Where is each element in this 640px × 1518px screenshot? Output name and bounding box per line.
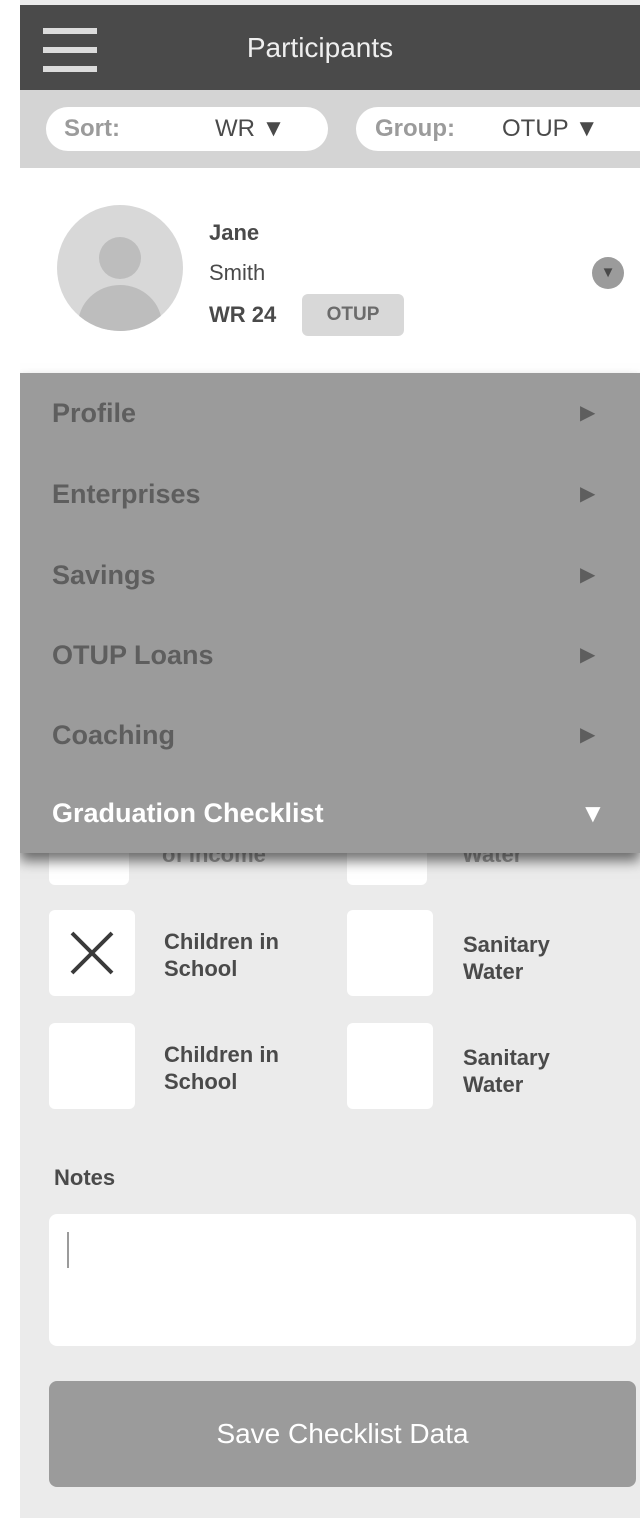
group-label: Group: — [375, 115, 455, 142]
app-frame: Participants Sort: WR ▼ Group: OTUP ▼ Ja… — [20, 0, 640, 1518]
menu-item-label: Savings — [52, 560, 156, 590]
menu-item-enterprises[interactable]: Enterprises ▶ — [20, 454, 640, 524]
checklist-checkbox-checked[interactable] — [49, 910, 135, 996]
group-value: OTUP ▼ — [502, 115, 599, 142]
chevron-right-icon: ▶ — [580, 483, 596, 505]
menu-item-graduation-checklist[interactable]: Graduation Checklist ▼ — [20, 773, 640, 843]
app-header: Participants — [20, 5, 640, 90]
sort-value: WR ▼ — [215, 115, 286, 142]
x-mark-icon — [70, 931, 114, 975]
checklist-item-label: Sanitary Water — [463, 932, 550, 984]
checklist-checkbox[interactable] — [347, 1023, 433, 1109]
notes-label: Notes — [54, 1165, 116, 1190]
sort-label: Sort: — [64, 115, 120, 142]
checklist-checkbox[interactable] — [347, 910, 433, 996]
menu-item-savings[interactable]: Savings ▶ — [20, 535, 640, 605]
chevron-right-icon: ▶ — [580, 644, 596, 666]
menu-item-label: Graduation Checklist — [52, 798, 324, 828]
page-title: Participants — [246, 32, 394, 63]
checklist-item-label: Children in School — [164, 929, 279, 981]
notes-input[interactable] — [49, 1214, 636, 1346]
group-badge: OTUP — [302, 294, 404, 336]
sort-dropdown[interactable]: Sort: WR ▼ — [46, 107, 328, 151]
participant-last-name: Smith — [209, 260, 266, 285]
menu-item-otup-loans[interactable]: OTUP Loans ▶ — [20, 615, 640, 685]
chevron-down-icon[interactable]: ▼ — [592, 257, 624, 289]
chevron-right-icon: ▶ — [580, 564, 596, 586]
chevron-right-icon: ▶ — [580, 724, 596, 746]
menu-item-coaching[interactable]: Coaching ▶ — [20, 695, 640, 765]
menu-item-profile[interactable]: Profile ▶ — [20, 373, 640, 443]
participant-wr: WR 24 — [209, 302, 277, 327]
checklist-checkbox[interactable] — [49, 1023, 135, 1109]
menu-item-label: Profile — [52, 398, 137, 428]
checklist-item-label: Sanitary Water — [463, 1045, 550, 1097]
participant-card[interactable]: Jane Smith WR 24 OTUP ▼ — [20, 168, 640, 373]
text-cursor — [67, 1232, 69, 1268]
save-checklist-button[interactable]: Save Checklist Data — [49, 1381, 636, 1487]
chevron-right-icon: ▶ — [580, 402, 596, 424]
group-dropdown[interactable]: Group: OTUP ▼ — [356, 107, 640, 151]
menu-item-label: OTUP Loans — [52, 640, 214, 670]
menu-item-label: Enterprises — [52, 479, 201, 509]
participant-first-name: Jane — [209, 220, 260, 245]
sort-bar: Sort: WR ▼ Group: OTUP ▼ — [20, 90, 640, 168]
chevron-down-icon: ▼ — [580, 798, 606, 828]
participant-menu: Profile ▶ Enterprises ▶ Savings ▶ OTUP L… — [20, 373, 640, 853]
checklist-item-label: Children in School — [164, 1042, 279, 1094]
avatar — [57, 205, 183, 331]
menu-item-label: Coaching — [52, 720, 176, 750]
